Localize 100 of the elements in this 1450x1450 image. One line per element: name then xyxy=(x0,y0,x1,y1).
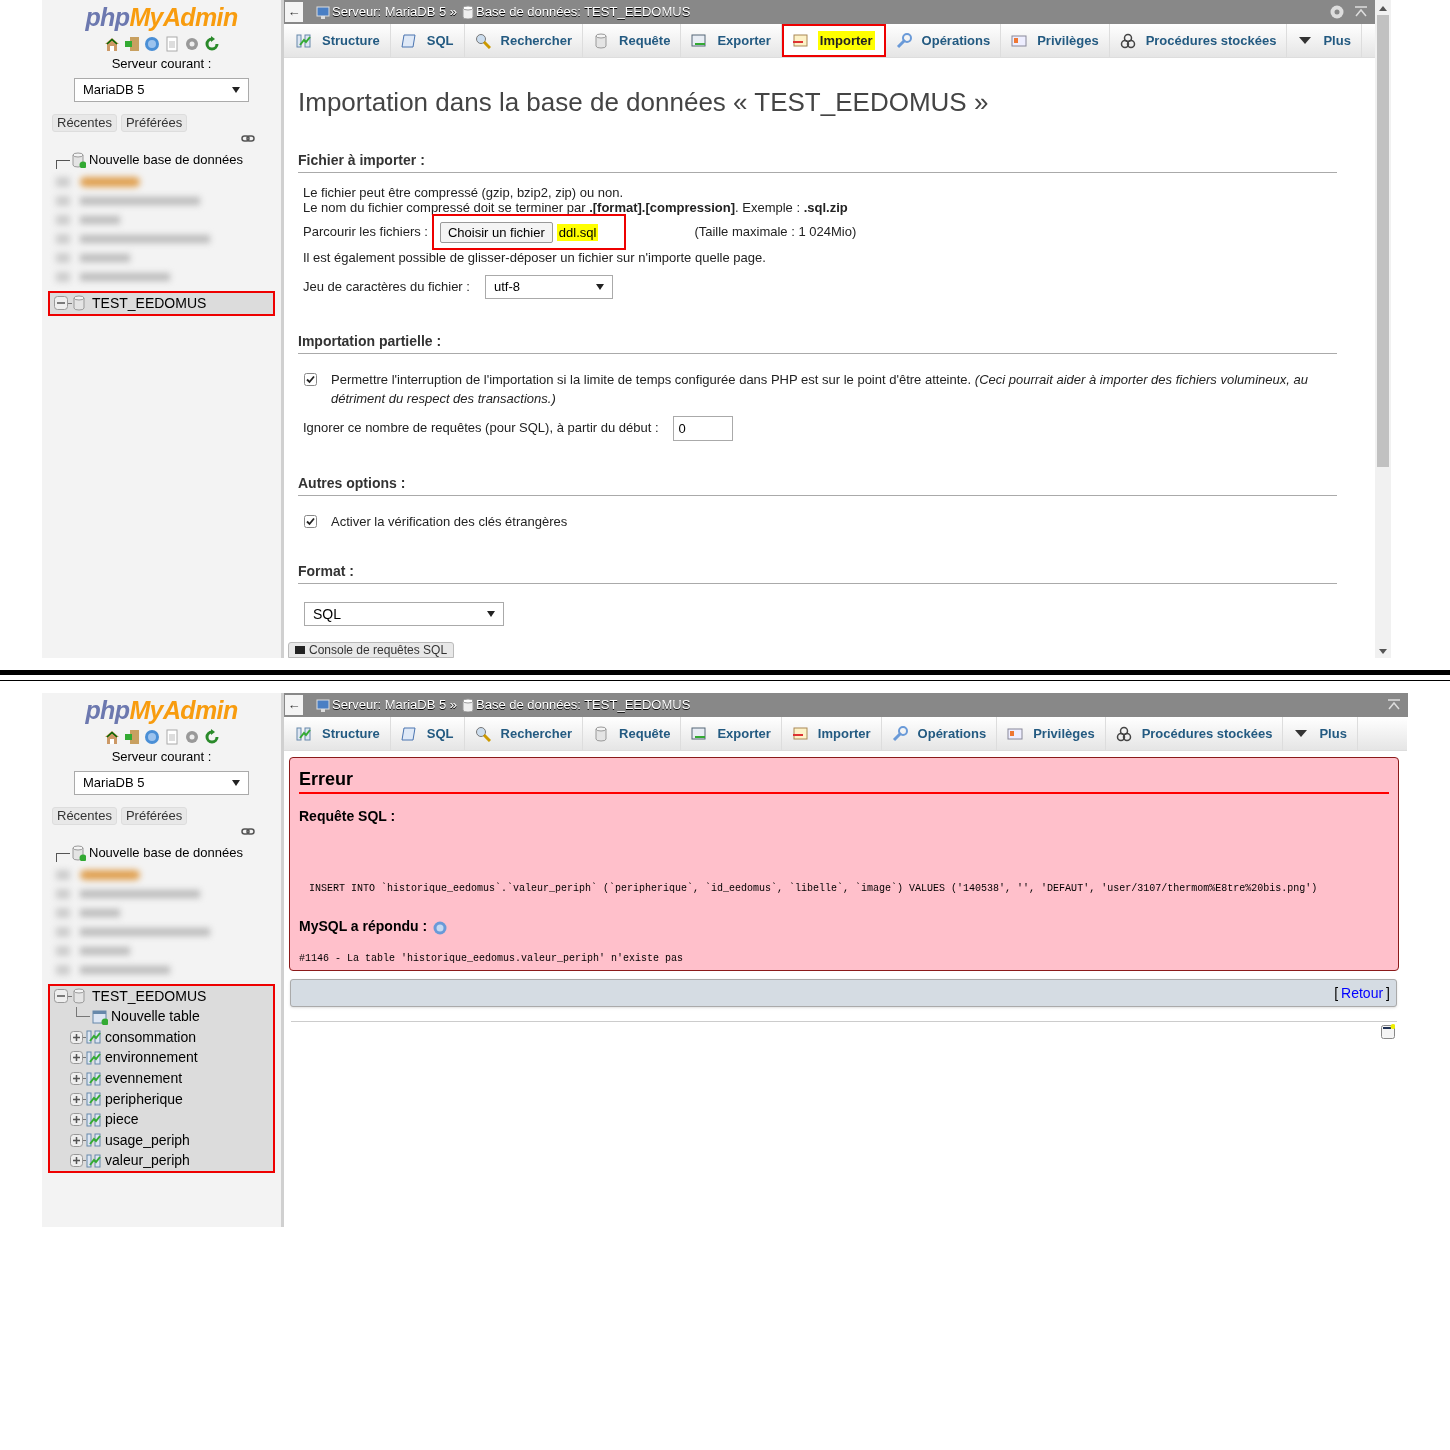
console-tab[interactable]: Console de requêtes SQL xyxy=(288,642,455,658)
checkbox[interactable] xyxy=(304,372,317,386)
search-icon xyxy=(474,32,491,49)
link-icon[interactable] xyxy=(241,826,255,836)
table-chart-icon xyxy=(296,725,312,742)
settings-icon[interactable] xyxy=(1329,4,1345,20)
option-label: Permettre l'interruption de l'importation si la limite de temps configurée dans PHP est sur le point d'être atteinte. (Ceci pourrait aider à importer des fichiers volumineux, au détriment du respect des transactions.) xyxy=(331,370,1309,408)
collapse-icon[interactable] xyxy=(54,989,68,1003)
file-name: ddl.sql xyxy=(556,223,599,241)
section-label: Requête SQL : xyxy=(299,807,397,826)
nav-tab[interactable]: SQL xyxy=(390,717,465,750)
help-icon[interactable] xyxy=(433,921,448,935)
nav-tab[interactable]: Privilèges xyxy=(997,717,1106,750)
logo-text: phpMyAdmin xyxy=(84,2,239,33)
window-icon[interactable] xyxy=(1381,1024,1395,1039)
reload-icon[interactable] xyxy=(203,729,220,745)
breadcrumb-link[interactable]: Base de données: TEST_EEDOMUS xyxy=(476,2,691,22)
server-select[interactable]: MariaDB 5 xyxy=(74,770,249,795)
database-icon xyxy=(462,5,474,19)
reload-icon[interactable] xyxy=(203,36,220,52)
expand-icon[interactable] xyxy=(70,1154,83,1168)
nav-tab[interactable]: Plus xyxy=(1283,717,1358,750)
breadcrumb-link[interactable]: Serveur: MariaDB 5 » xyxy=(332,695,457,715)
dropdown-arrow-icon xyxy=(232,778,240,787)
scroll-down-icon[interactable] xyxy=(1379,649,1387,655)
database-icon xyxy=(72,988,86,1004)
nav-button[interactable]: Récentes xyxy=(52,806,117,825)
charset-select[interactable]: utf-8 xyxy=(484,274,613,299)
nav-button[interactable]: Préférées xyxy=(120,806,188,825)
nav-tab[interactable]: Requête xyxy=(583,717,682,750)
settings-icon[interactable] xyxy=(183,36,200,52)
home-icon[interactable] xyxy=(103,36,120,52)
nav-tab[interactable]: SQL xyxy=(390,24,465,57)
expand-icon[interactable] xyxy=(70,1072,83,1086)
table-chart-icon xyxy=(86,1152,102,1169)
scrollbar[interactable] xyxy=(1375,0,1391,658)
expand-icon[interactable] xyxy=(70,1051,83,1065)
nav-tab[interactable]: Exporter xyxy=(681,717,782,750)
nav-tab[interactable]: Importer xyxy=(781,717,882,750)
back-button[interactable]: ← xyxy=(285,695,303,715)
nav-tab[interactable]: Opérations xyxy=(881,717,998,750)
nav-tab[interactable]: Procédures stockées xyxy=(1109,24,1288,57)
help-icon[interactable] xyxy=(143,729,160,745)
collapse-icon[interactable] xyxy=(54,296,68,310)
table-plus-icon xyxy=(92,1008,108,1025)
nav-tab[interactable]: Rechercher xyxy=(464,24,584,57)
server-label: Serveur courant : xyxy=(111,748,212,766)
collapse-top-icon[interactable] xyxy=(1388,699,1400,711)
nav-tab[interactable]: Importer xyxy=(781,24,886,57)
scroll-thumb[interactable] xyxy=(1377,15,1389,467)
server-label: Serveur courant : xyxy=(111,55,212,73)
nav-tab[interactable]: Plus xyxy=(1287,24,1362,57)
back-link[interactable]: Retour xyxy=(1341,982,1384,1004)
nav-tab[interactable]: Structure xyxy=(286,24,391,57)
choose-file-button[interactable]: Choisir un fichier xyxy=(440,221,553,243)
table-chart-icon xyxy=(86,1132,102,1149)
nav-tab[interactable]: Requête xyxy=(583,24,682,57)
tree-link[interactable]: Nouvelle base de données xyxy=(89,149,243,170)
link-icon[interactable] xyxy=(241,133,255,143)
help-icon[interactable] xyxy=(143,36,160,52)
collapse-top-icon[interactable] xyxy=(1355,6,1367,18)
size-note: (Taille maximale : 1 024Mio) xyxy=(694,223,857,242)
bracket-text: [ xyxy=(1334,983,1339,1003)
expand-icon[interactable] xyxy=(70,1030,83,1044)
back-button[interactable]: ← xyxy=(285,2,303,22)
nav-tab[interactable]: Privilèges xyxy=(1001,24,1110,57)
nav-button[interactable]: Préférées xyxy=(120,113,188,132)
section-legend: Importation partielle : xyxy=(298,330,1337,354)
nav-tab[interactable]: Opérations xyxy=(885,24,1002,57)
monitor-icon xyxy=(316,698,330,712)
expand-icon[interactable] xyxy=(70,1133,83,1147)
checkbox[interactable] xyxy=(304,514,317,528)
error-title: Erreur xyxy=(299,767,1389,794)
skip-count-field[interactable]: 0 xyxy=(672,415,733,441)
breadcrumb-link[interactable]: Serveur: MariaDB 5 » xyxy=(332,2,457,22)
field-label: Parcourir les fichiers : xyxy=(303,223,428,242)
scroll-up-icon[interactable] xyxy=(1379,5,1387,11)
nav-tab[interactable]: Structure xyxy=(286,717,391,750)
nav-tab[interactable]: Rechercher xyxy=(464,717,584,750)
database-icon xyxy=(593,32,610,49)
server-select[interactable]: MariaDB 5 xyxy=(74,77,249,102)
breadcrumb-link[interactable]: Base de données: TEST_EEDOMUS xyxy=(476,695,691,715)
format-select[interactable]: SQL xyxy=(304,602,504,626)
home-icon[interactable] xyxy=(103,729,120,745)
database-row[interactable]: TEST_EEDOMUS xyxy=(50,292,273,314)
database-icon xyxy=(462,698,474,712)
expand-icon[interactable] xyxy=(70,1113,83,1127)
nav-tab[interactable]: Procédures stockées xyxy=(1105,717,1284,750)
database-icon xyxy=(593,725,610,742)
settings-icon[interactable] xyxy=(183,729,200,745)
page-title: Importation dans la base de données « TEST_EEDOMUS » xyxy=(298,86,990,119)
help-text: Le nom du fichier compressé doit se terminer par .[format].[compression]. Exemple : .sql.zip xyxy=(303,200,849,215)
nav-button[interactable]: Récentes xyxy=(52,113,117,132)
database-row[interactable]: TEST_EEDOMUS xyxy=(50,985,273,1007)
tree-link[interactable]: Nouvelle base de données xyxy=(89,842,243,863)
search-icon xyxy=(474,725,491,742)
nav-tab[interactable]: Exporter xyxy=(681,24,782,57)
expand-icon[interactable] xyxy=(70,1092,83,1106)
tree-link[interactable]: piece xyxy=(105,1109,139,1131)
section-legend: Fichier à importer : xyxy=(298,150,1337,173)
